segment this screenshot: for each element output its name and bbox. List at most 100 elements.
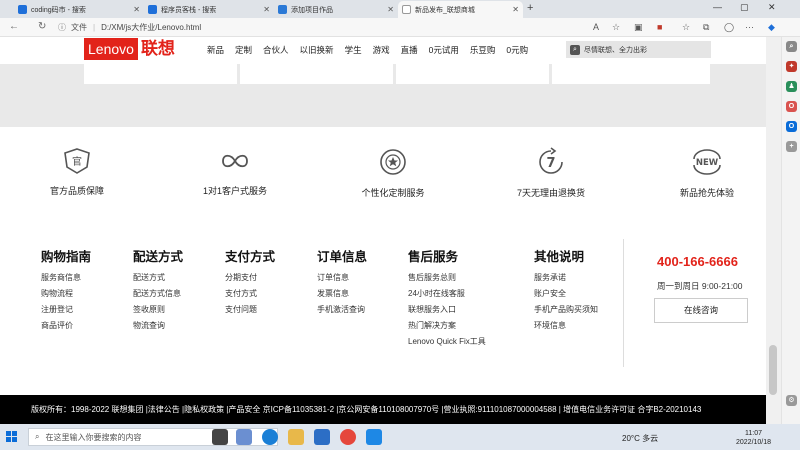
refresh-icon[interactable]: ↻ xyxy=(38,21,46,32)
app-icon[interactable] xyxy=(366,429,382,445)
extension-icon[interactable]: ■ xyxy=(657,22,662,32)
online-consult-button[interactable]: 在线咨询 xyxy=(654,298,748,323)
edge-icon[interactable] xyxy=(262,429,278,445)
url-text: D:/XM/js大作业/Lenovo.html xyxy=(101,23,202,32)
close-icon[interactable]: ✕ xyxy=(387,5,394,14)
close-icon[interactable]: ✕ xyxy=(512,5,519,14)
return-7-icon: 7 xyxy=(539,147,563,174)
browser-tab[interactable]: 添加项目作品 ✕ xyxy=(274,1,398,18)
profile-icon[interactable]: ◯ xyxy=(724,22,734,33)
service-item[interactable]: NEW 新品抢先体验 xyxy=(642,147,766,199)
split-screen-icon[interactable]: ⧉ xyxy=(703,22,709,33)
mail-icon[interactable] xyxy=(314,429,330,445)
nav-item-game[interactable]: 游戏 xyxy=(373,44,390,56)
browser-tab[interactable]: 程序员客栈 - 搜索 ✕ xyxy=(144,1,274,18)
footer-link[interactable]: 注册登记 xyxy=(41,302,91,318)
tools-icon[interactable]: ✦ xyxy=(786,61,797,72)
tab-title: 程序员客栈 - 搜索 xyxy=(161,6,217,14)
footer-link[interactable]: 订单信息 xyxy=(317,270,367,286)
footer-column-title: 订单信息 xyxy=(317,250,368,264)
favorites-bar-icon[interactable]: ☆ xyxy=(682,22,690,33)
footer-link[interactable]: Lenovo Quick Fix工具 xyxy=(408,334,486,350)
footer-link[interactable]: 发票信息 xyxy=(317,286,367,302)
product-card[interactable] xyxy=(552,64,710,84)
footer-link[interactable]: 服务承诺 xyxy=(534,270,598,286)
weather-status[interactable]: 20°C 多云 xyxy=(622,433,658,444)
task-view-icon[interactable] xyxy=(212,429,228,445)
footer-link[interactable]: 支付方式 xyxy=(225,286,275,302)
footer-link[interactable]: 热门解决方案 xyxy=(408,318,486,334)
footer-link[interactable]: 手机产品购买须知 xyxy=(534,302,598,318)
windows-start-icon[interactable] xyxy=(6,431,18,443)
product-card[interactable] xyxy=(84,64,237,84)
footer-link[interactable]: 手机激活查询 xyxy=(317,302,367,318)
games-icon[interactable]: ♟ xyxy=(786,81,797,92)
edge-copilot-icon[interactable]: ◆ xyxy=(768,22,775,33)
footer-column-orders: 订单信息 订单信息 发票信息 手机激活查询 xyxy=(317,246,367,318)
clock[interactable]: 11:07 2022/10/18 xyxy=(736,429,771,447)
footer-column-after-sales: 售后服务 售后服务总则 24小时在线客服 联想服务入口 热门解决方案 Lenov… xyxy=(408,246,486,350)
footer-link[interactable]: 服务商信息 xyxy=(41,270,91,286)
footer-link[interactable]: 签收原则 xyxy=(133,302,183,318)
browser-tab-active[interactable]: 新品发布_联想商城 ✕ xyxy=(398,1,523,18)
maximize-icon[interactable]: ▢ xyxy=(740,2,749,13)
browser-sidebar: ⌕ ✦ ♟ O O + ⚙ xyxy=(781,37,800,424)
product-card[interactable] xyxy=(240,64,393,84)
minimize-icon[interactable]: — xyxy=(713,2,722,12)
page-scrollbar[interactable] xyxy=(766,37,781,424)
service-item[interactable]: 个性化定制服务 xyxy=(328,147,458,199)
browser-tab[interactable]: coding码市 - 搜索 ✕ xyxy=(14,1,144,18)
settings-icon[interactable]: ⚙ xyxy=(786,395,797,406)
footer-link[interactable]: 售后服务总则 xyxy=(408,270,486,286)
footer-link[interactable]: 购物流程 xyxy=(41,286,91,302)
back-icon[interactable]: ← xyxy=(9,21,19,32)
add-icon[interactable]: + xyxy=(786,141,797,152)
nav-item-free-trial[interactable]: 0元试用 xyxy=(429,44,459,56)
footer-link[interactable]: 环境信息 xyxy=(534,318,598,334)
footer-link[interactable]: 配送方式 xyxy=(133,270,183,286)
read-aloud-icon[interactable]: A xyxy=(593,22,599,32)
scrollbar-thumb[interactable] xyxy=(769,345,777,395)
info-icon: ⓘ xyxy=(58,23,66,32)
close-icon[interactable]: ✕ xyxy=(263,5,270,14)
nav-item-live[interactable]: 直播 xyxy=(401,44,418,56)
footer-link[interactable]: 配送方式信息 xyxy=(133,286,183,302)
footer-link[interactable]: 分期支付 xyxy=(225,270,275,286)
collections-icon[interactable]: ▣ xyxy=(634,22,643,33)
footer-column-shopping-guide: 购物指南 服务商信息 购物流程 注册登记 商品评价 xyxy=(41,246,91,334)
new-tab-button[interactable]: + xyxy=(527,2,533,14)
service-item[interactable]: 官 官方品质保障 xyxy=(12,147,142,197)
lenovo-logo[interactable]: Lenovo 联想 xyxy=(84,38,175,60)
widgets-icon[interactable] xyxy=(236,429,252,445)
search-sidebar-icon[interactable]: ⌕ xyxy=(786,41,797,52)
close-icon[interactable]: ✕ xyxy=(133,5,140,14)
nav-item-ledou[interactable]: 乐豆购 xyxy=(470,44,496,56)
chrome-icon[interactable] xyxy=(340,429,356,445)
nav-item-zero-buy[interactable]: 0元购 xyxy=(506,44,528,56)
nav-item-custom[interactable]: 定制 xyxy=(235,44,252,56)
outlook-icon[interactable]: O xyxy=(786,121,797,132)
url-field[interactable]: ⓘ 文件 | D:/XM/js大作业/Lenovo.html xyxy=(58,20,578,35)
tab-title: 添加项目作品 xyxy=(291,6,333,14)
footer-link[interactable]: 商品评价 xyxy=(41,318,91,334)
footer-link[interactable]: 24小时在线客服 xyxy=(408,286,486,302)
product-card[interactable] xyxy=(396,64,549,84)
nav-item-new[interactable]: 新品 xyxy=(207,44,224,56)
file-explorer-icon[interactable] xyxy=(288,429,304,445)
service-item[interactable]: 1对1客户式服务 xyxy=(170,147,300,197)
search-placeholder: 尽情联想、全力出彩 xyxy=(584,46,647,54)
footer-link[interactable]: 账户安全 xyxy=(534,286,598,302)
site-search-input[interactable]: ⌕ 尽情联想、全力出彩 xyxy=(566,41,711,58)
favorite-icon[interactable]: ☆ xyxy=(612,22,620,33)
footer-link[interactable]: 支付问题 xyxy=(225,302,275,318)
footer-link[interactable]: 物流查询 xyxy=(133,318,183,334)
more-icon[interactable]: ··· xyxy=(745,22,754,32)
nav-item-tradein[interactable]: 以旧换新 xyxy=(300,44,334,56)
footer-link[interactable]: 联想服务入口 xyxy=(408,302,486,318)
nav-item-student[interactable]: 学生 xyxy=(345,44,362,56)
office-icon[interactable]: O xyxy=(786,101,797,112)
window-close-icon[interactable]: ✕ xyxy=(768,2,776,13)
service-label: 7天无理由退换货 xyxy=(516,188,585,198)
service-item[interactable]: 7 7天无理由退换货 xyxy=(486,147,616,199)
nav-item-partner[interactable]: 合伙人 xyxy=(263,44,289,56)
